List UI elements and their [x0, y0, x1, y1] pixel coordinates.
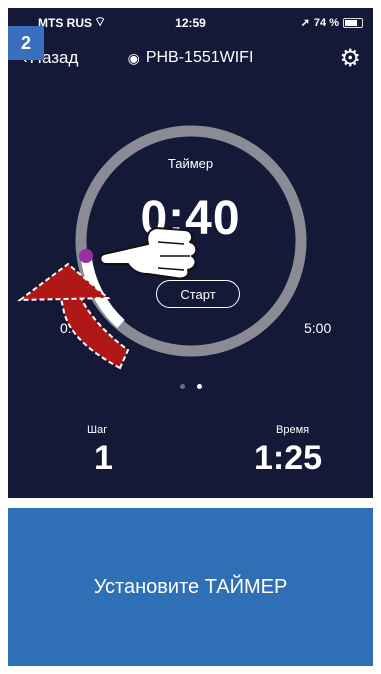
instruction-frame: MTS RUS ⌔ 12:59 ➚ 74 % ‹ Назад ◉ PHB-155… [8, 8, 373, 666]
step-label: Шаг [87, 424, 108, 436]
eye-icon: ◉ [127, 49, 140, 66]
gear-icon[interactable]: ⚙ [339, 44, 361, 73]
timer-value: 0:40 [140, 192, 241, 245]
device-name: PHB-1551WIFI [145, 49, 254, 66]
status-bar: MTS RUS ⌔ 12:59 ➚ 74 % [8, 14, 373, 34]
device-title: ◉ PHB-1551WIFI [8, 49, 373, 67]
phone-screen: MTS RUS ⌔ 12:59 ➚ 74 % ‹ Назад ◉ PHB-155… [8, 8, 373, 498]
dial-knob [79, 249, 93, 263]
page-dot-active[interactable] [196, 384, 202, 389]
battery-group: ➚ 74 % [301, 16, 363, 29]
time-label: Время [276, 424, 310, 436]
step-value: 1 [94, 439, 113, 477]
start-button[interactable]: Старт [156, 280, 240, 308]
battery-percent: 74 % [313, 16, 339, 29]
nav-bar: ‹ Назад ◉ PHB-1551WIFI ⚙ [8, 44, 373, 74]
battery-icon [343, 17, 363, 28]
location-icon: ➚ [300, 17, 310, 29]
timer-title: Таймер [167, 156, 214, 171]
page-indicator [8, 384, 373, 389]
instruction-caption: Установите ТАЙМЕР [8, 508, 373, 666]
step-badge: 2 [8, 26, 44, 60]
range-min-label: 0:05 [60, 320, 88, 336]
time-value: 1:25 [254, 439, 323, 477]
page-dot[interactable] [179, 384, 185, 389]
range-max-label: 5:00 [304, 320, 332, 336]
